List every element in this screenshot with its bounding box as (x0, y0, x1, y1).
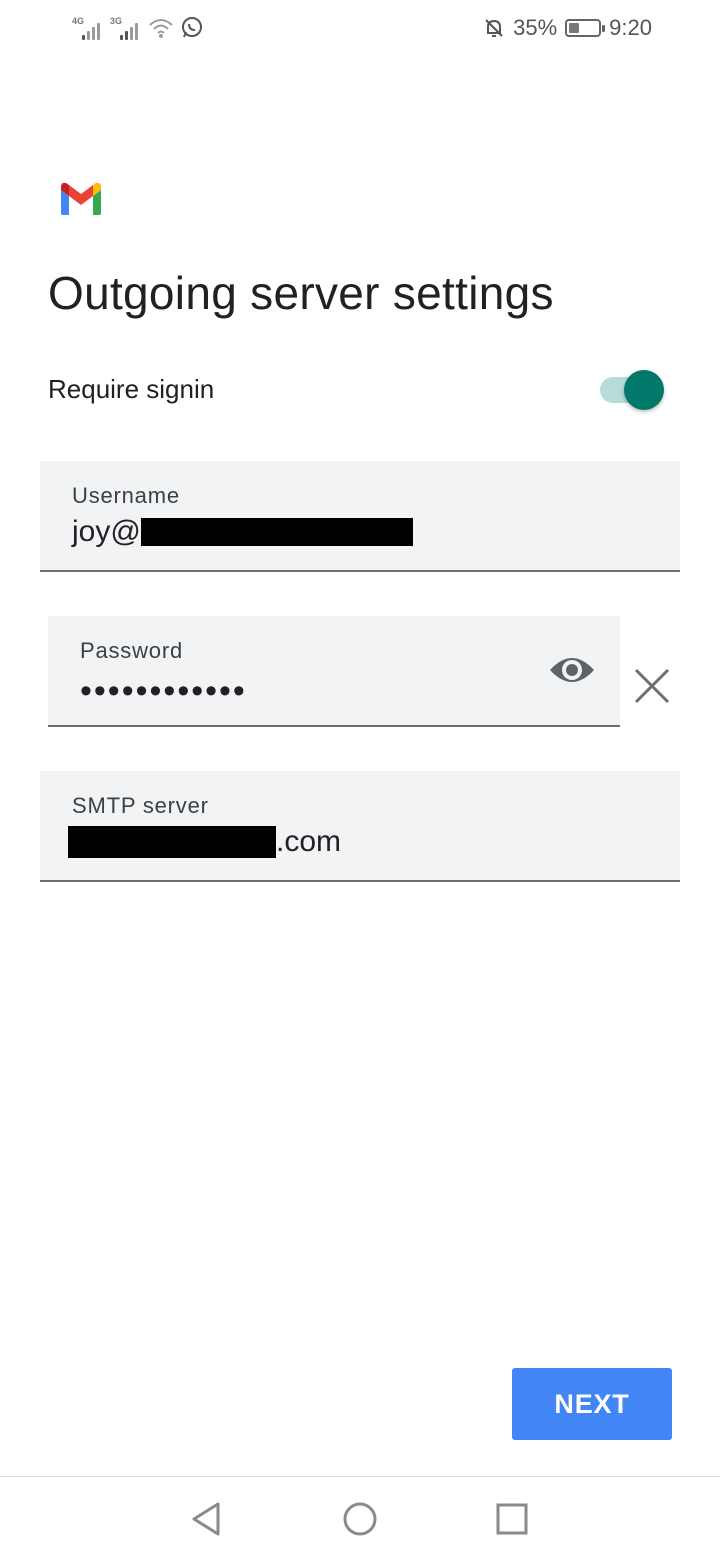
require-signin-toggle[interactable] (598, 370, 664, 410)
battery-icon (565, 19, 606, 37)
redaction-block (140, 518, 413, 546)
gmail-logo (61, 182, 101, 215)
username-value: joy@ (72, 515, 413, 549)
recents-icon[interactable] (492, 1499, 532, 1539)
signal-icon: 4G (72, 16, 104, 40)
page-title: Outgoing server settings (48, 267, 554, 319)
whatsapp-icon (182, 17, 202, 38)
battery-percent: 35% (513, 15, 558, 40)
back-icon[interactable] (186, 1499, 226, 1539)
username-label: Username (72, 483, 180, 508)
network-type-label: 4G (72, 16, 85, 26)
wifi-icon (149, 19, 173, 38)
smtp-server-label: SMTP server (72, 793, 209, 818)
status-bar: 4G 3G 35% 9:20 (0, 0, 720, 56)
close-icon[interactable] (630, 664, 674, 708)
status-right-icons: 35% 9:20 (483, 14, 652, 42)
status-left-icons: 4G 3G (72, 14, 204, 42)
password-label: Password (80, 638, 183, 663)
navigation-bar (0, 1477, 720, 1560)
eye-icon[interactable] (548, 650, 596, 690)
toggle-thumb (624, 370, 664, 410)
password-field[interactable]: Password •••••••••••• (48, 616, 620, 727)
signal-icon: 3G (110, 16, 142, 40)
clock: 9:20 (609, 15, 652, 40)
home-icon[interactable] (340, 1499, 380, 1539)
redaction-block (68, 826, 276, 858)
smtp-server-field[interactable]: SMTP server .com (40, 771, 680, 882)
network-type-label: 3G (110, 16, 123, 26)
require-signin-label: Require signin (48, 374, 215, 404)
mute-bell-icon (485, 19, 503, 37)
smtp-server-value: .com (68, 825, 341, 859)
next-button[interactable]: NEXT (512, 1368, 672, 1440)
password-value: •••••••••••• (80, 672, 247, 710)
username-prefix: joy@ (72, 515, 141, 548)
username-field[interactable]: Username joy@ (40, 461, 680, 572)
smtp-server-suffix: .com (276, 825, 342, 858)
